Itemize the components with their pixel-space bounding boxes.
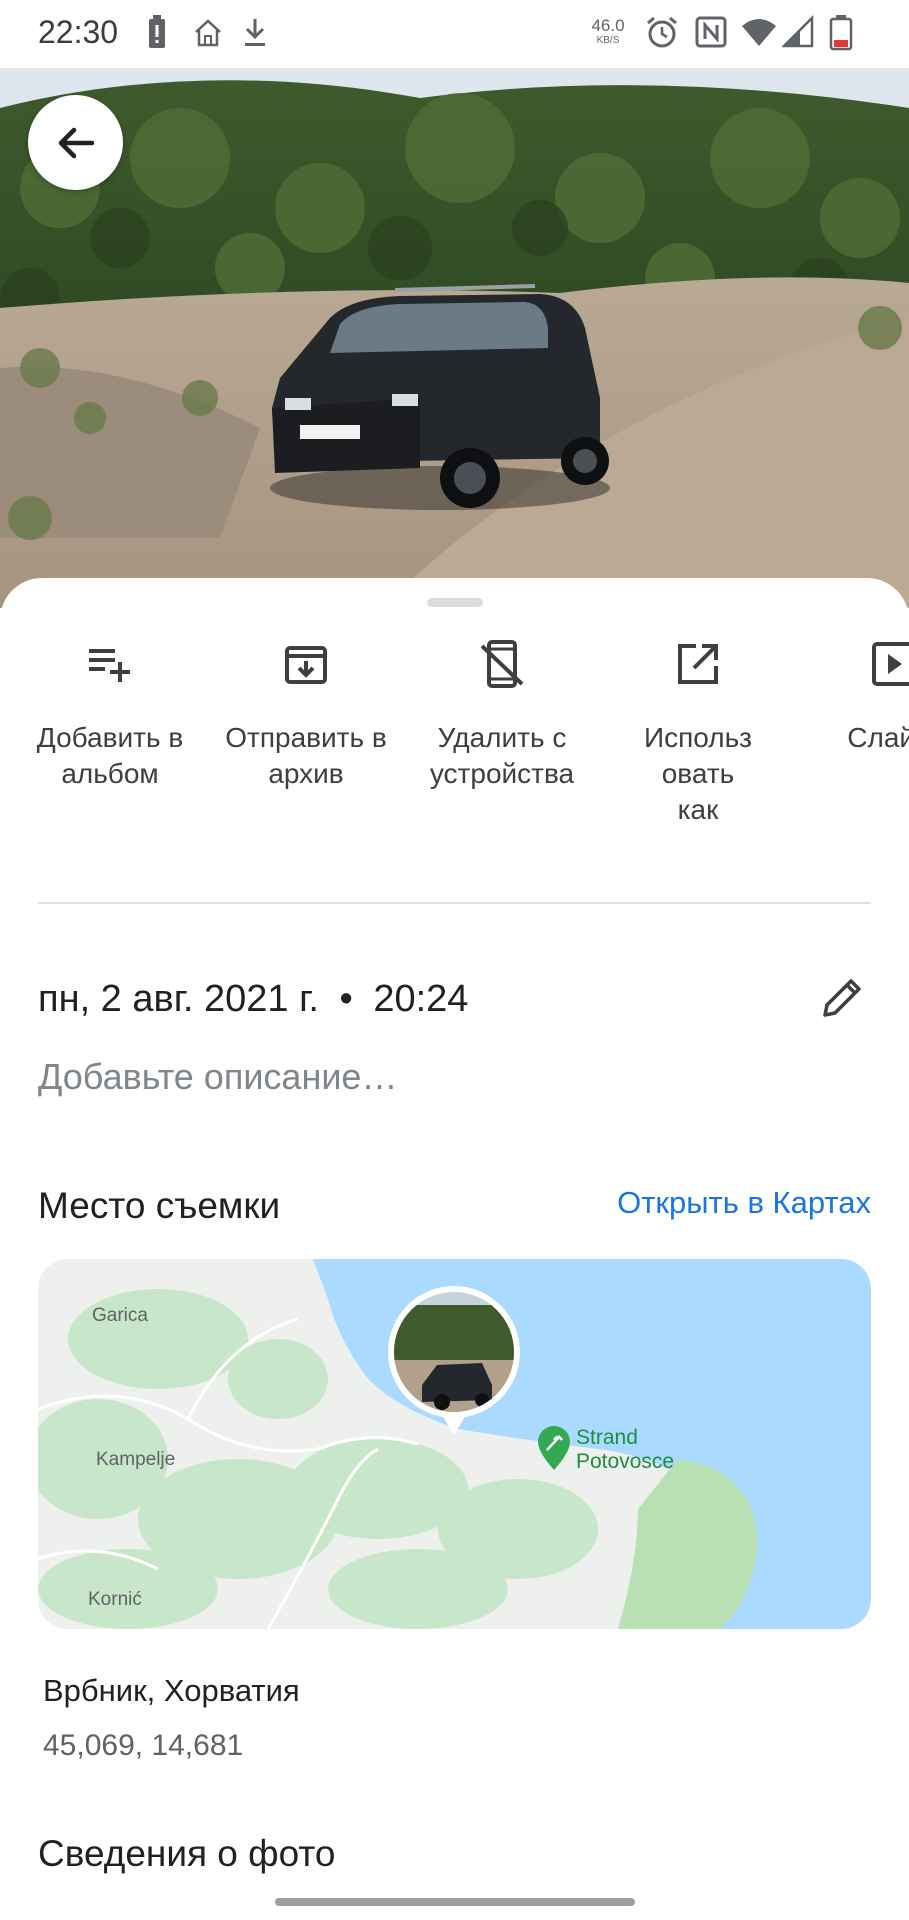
status-bar: 22:30 46.0 KB/S	[0, 0, 909, 68]
gesture-nav-bar[interactable]	[275, 1898, 635, 1906]
battery-icon	[829, 15, 853, 51]
archive-label: Отправить в архив	[225, 722, 387, 789]
net-speed-value: 46.0	[591, 16, 625, 35]
location-map[interactable]: Garica Kampelje Kornić Strand Potovosce	[38, 1259, 871, 1629]
car-photo	[0, 68, 909, 608]
battery-saver-icon	[149, 15, 165, 48]
slideshow-label: Слайд-	[847, 722, 909, 753]
phone-remove-icon	[480, 640, 524, 688]
signal-icon	[782, 14, 814, 48]
map-label-kampelje: Kampelje	[96, 1449, 176, 1470]
net-speed-unit: KB/S	[596, 35, 620, 46]
open-in-maps-link[interactable]: Открыть в Картах	[617, 1185, 871, 1221]
add-to-album-label: Добавить в альбом	[36, 722, 184, 789]
photo-details-title: Сведения о фото	[38, 1833, 336, 1874]
use-as-button[interactable]: Использ овать как	[600, 638, 796, 828]
pencil-icon	[823, 979, 861, 1017]
archive-button[interactable]: Отправить в архив	[208, 638, 404, 792]
coordinates: 45,069, 14,681	[43, 1729, 244, 1762]
map-label-kornic: Kornić	[88, 1589, 142, 1610]
photo-time: 20:24	[373, 978, 469, 1020]
nfc-icon	[695, 16, 727, 48]
photo-location-marker	[387, 1285, 521, 1435]
delete-from-device-label: Удалить с устройства	[429, 722, 575, 789]
slideshow-button[interactable]: Слайд-	[796, 638, 909, 756]
map-poi-strand: Strand Potovosce	[576, 1426, 675, 1473]
net-speed: 46.0 KB/S	[586, 17, 630, 46]
photo-view[interactable]	[0, 68, 909, 608]
wifi-icon	[742, 19, 776, 46]
actions-row: Добавить в альбом Отправить в архив Удал…	[0, 638, 909, 848]
alarm-icon	[647, 16, 677, 48]
open-in-new-icon	[678, 644, 718, 684]
place-name: Врбник, Хорватия	[43, 1673, 300, 1708]
date-separator: •	[339, 978, 353, 1020]
back-button[interactable]	[28, 95, 123, 190]
map-label-garica: Garica	[92, 1305, 148, 1326]
delete-from-device-button[interactable]: Удалить с устройства	[404, 638, 600, 792]
drag-handle[interactable]	[427, 598, 483, 607]
divider	[38, 902, 871, 904]
beach-pin-icon	[538, 1426, 570, 1470]
arrow-back-icon	[58, 127, 94, 158]
add-to-album-button[interactable]: Добавить в альбом	[12, 638, 208, 792]
location-title: Место съемки	[38, 1185, 281, 1226]
use-as-label: Использ овать как	[643, 722, 752, 825]
slideshow-icon	[872, 642, 909, 686]
photo-thumbnail-pin	[388, 1286, 520, 1435]
download-icon	[245, 19, 265, 46]
edit-date-button[interactable]	[812, 968, 872, 1028]
archive-icon	[285, 646, 327, 684]
status-time: 22:30	[38, 14, 119, 50]
add-description-field[interactable]: Добавьте описание…	[38, 1056, 397, 1098]
playlist-add-icon	[89, 649, 130, 682]
photo-date-time: пн, 2 авг. 2021 г. • 20:24	[38, 978, 468, 1021]
photo-date: пн, 2 авг. 2021 г.	[38, 978, 319, 1020]
info-bottom-sheet: Добавить в альбом Отправить в архив Удал…	[0, 578, 909, 1920]
home-icon	[195, 19, 221, 47]
